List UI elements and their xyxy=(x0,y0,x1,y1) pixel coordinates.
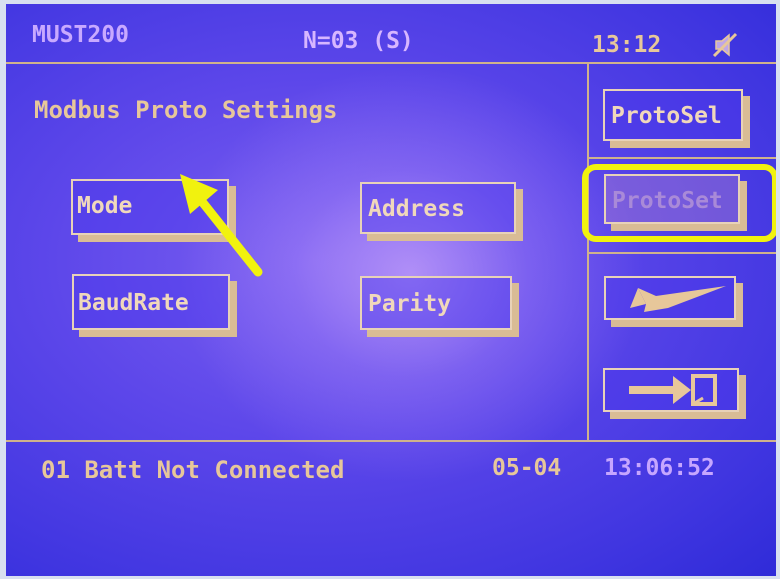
parity-button[interactable]: Parity xyxy=(360,276,512,330)
app-name: MUST200 xyxy=(32,22,129,48)
address-button[interactable]: Address xyxy=(360,182,516,234)
protosel-button[interactable]: ProtoSel xyxy=(603,89,743,141)
alarm-status-message: 01 Batt Not Connected xyxy=(41,456,345,484)
protosel-button-label: ProtoSel xyxy=(611,103,722,129)
lcd-screen: MUST200 N=03 (S) 13:12 Modbus Proto Sett… xyxy=(6,4,776,576)
footer-clock: 13:06:52 xyxy=(604,455,715,481)
protoset-highlight-box xyxy=(582,164,776,242)
back-button[interactable] xyxy=(604,276,736,320)
pointer-arrow-icon xyxy=(180,174,263,277)
baudrate-button-label: BaudRate xyxy=(78,290,189,316)
unit-indicator: N=03 (S) xyxy=(303,28,414,54)
side-panel-separator-2 xyxy=(589,252,776,254)
footer-date: 05-04 xyxy=(492,455,562,481)
mode-button-label: Mode xyxy=(77,193,133,219)
back-arrow-icon xyxy=(630,286,726,312)
footer-divider xyxy=(6,440,776,442)
header-divider xyxy=(6,62,776,64)
exit-button[interactable] xyxy=(603,368,739,412)
no-audio-icon xyxy=(712,32,738,58)
screen-title: Modbus Proto Settings xyxy=(34,96,338,124)
side-panel-separator-1 xyxy=(589,157,776,159)
header-time: 13:12 xyxy=(592,32,662,58)
parity-button-label: Parity xyxy=(368,291,452,317)
address-button-label: Address xyxy=(368,196,465,222)
exit-arrow-icon xyxy=(629,374,717,406)
